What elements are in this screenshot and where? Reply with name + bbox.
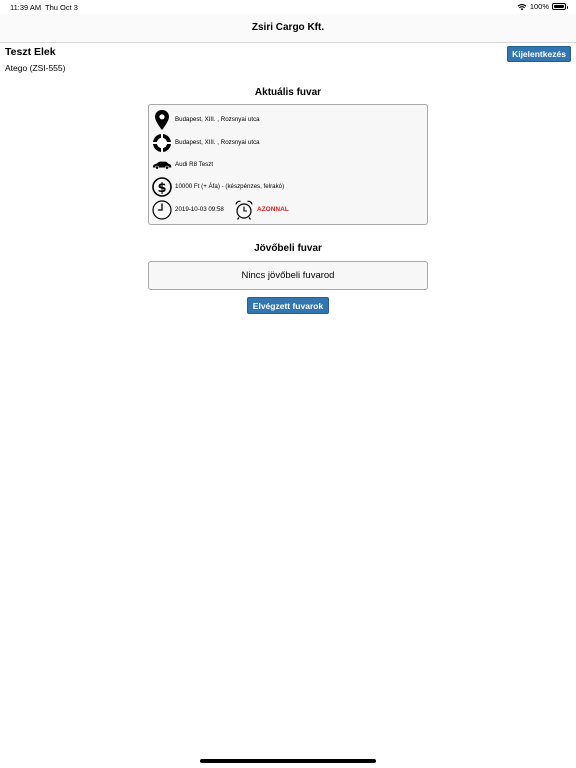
price-row: $ 10000 Ft (+ Áfa) - (készpénzes, felrak… [149, 176, 427, 198]
destination-row: Budapest, XIII. , Rozsnyai utca [149, 132, 427, 154]
dollar-icon: $ [152, 177, 172, 197]
nav-bar: Zsiri Cargo Kft. [0, 14, 576, 43]
car-icon [153, 161, 172, 170]
future-trip-card: Nincs jövőbeli fuvarod [148, 261, 428, 290]
svg-text:$: $ [157, 181, 166, 196]
pickup-row: Budapest, XIII. , Rozsnyai utca [149, 109, 427, 131]
battery-icon [552, 3, 568, 10]
clock-icon [152, 200, 172, 220]
current-trip-card[interactable]: Budapest, XIII. , Rozsnyai utca Budapest… [148, 104, 428, 225]
page-title: Zsiri Cargo Kft. [251, 22, 325, 33]
driver-name: Teszt Elek [5, 46, 56, 58]
crosshair-icon [152, 133, 172, 153]
car-name: Audi R8 Teszt [175, 161, 214, 168]
status-time: 11:39 AM [10, 3, 42, 12]
future-trip-title: Jövőbeli fuvar [254, 243, 322, 254]
status-right: 100% [517, 2, 568, 11]
pickup-address: Budapest, XIII. , Rozsnyai utca [175, 116, 260, 123]
completed-trips-button[interactable]: Elvégzett fuvarok [247, 297, 329, 314]
status-bar: 11:39 AM Thu Oct 3 100% [0, 0, 576, 14]
urgency-label: AZONNAL [257, 206, 289, 213]
wifi-icon [517, 3, 527, 10]
datetime-row: 2019-10-03 09:58 AZONNAL [149, 199, 427, 221]
battery-percent: 100% [529, 2, 549, 11]
status-date: Thu Oct 3 [45, 3, 78, 12]
car-row: Audi R8 Teszt [149, 154, 427, 176]
price-info: 10000 Ft (+ Áfa) - (készpénzes, felrakó) [175, 183, 285, 190]
current-trip-title: Aktuális fuvar [254, 87, 322, 98]
home-indicator[interactable] [200, 759, 376, 763]
vehicle-info: Atego (ZSI-555) [5, 63, 66, 73]
trip-datetime: 2019-10-03 09:58 [175, 206, 224, 213]
logout-button[interactable]: Kijelentkezés [507, 46, 571, 62]
destination-address: Budapest, XIII. , Rozsnyai utca [175, 139, 260, 146]
map-pin-icon [155, 110, 169, 130]
alarm-clock-icon [235, 200, 253, 220]
